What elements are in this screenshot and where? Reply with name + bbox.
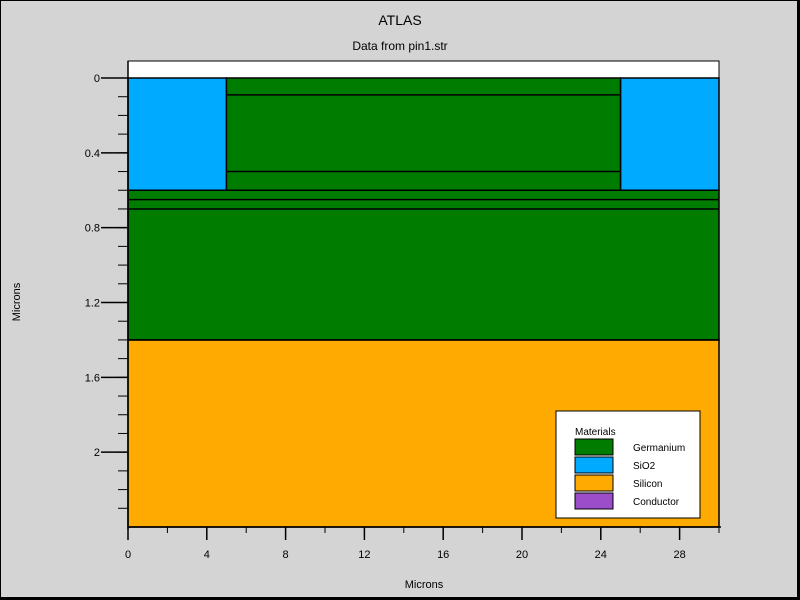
y-tick-label: 2 bbox=[94, 447, 100, 459]
x-tick-label: 8 bbox=[283, 549, 289, 561]
x-tick-label: 4 bbox=[204, 549, 210, 561]
y-axis-label: Microns bbox=[11, 282, 23, 321]
x-tick-label: 28 bbox=[673, 549, 685, 561]
legend-swatch-conductor bbox=[574, 492, 614, 510]
x-tick-label: 12 bbox=[358, 549, 370, 561]
legend-swatch-germanium bbox=[574, 438, 614, 456]
y-tick-label: 1.2 bbox=[85, 298, 100, 310]
region-germanium-1 bbox=[127, 189, 720, 341]
chart-title: ATLAS bbox=[378, 12, 421, 28]
x-tick-label: 0 bbox=[125, 549, 131, 561]
y-tick-label: 0 bbox=[94, 73, 100, 85]
x-tick-label: 20 bbox=[516, 549, 528, 561]
y-tick-label: 0.8 bbox=[85, 223, 100, 235]
region-sio2-3 bbox=[619, 77, 720, 191]
legend: Materials Germanium SiO2 Silicon Conductor bbox=[555, 410, 701, 519]
chart-subtitle: Data from pin1.str bbox=[352, 39, 447, 53]
x-axis-label: Microns bbox=[405, 579, 444, 591]
legend-label-silicon: Silicon bbox=[633, 479, 662, 490]
y-tick-label: 0.4 bbox=[85, 148, 100, 160]
region-sio2-2 bbox=[127, 77, 228, 191]
y-tick-label: 1.6 bbox=[85, 372, 100, 384]
x-tick-label: 24 bbox=[595, 549, 607, 561]
legend-label-germanium: Germanium bbox=[633, 443, 685, 454]
legend-label-conductor: Conductor bbox=[633, 497, 680, 508]
legend-swatch-silicon bbox=[574, 474, 614, 492]
structure-plot: ATLAS Data from pin1.str Microns Microns… bbox=[11, 12, 721, 591]
legend-label-sio2: SiO2 bbox=[633, 461, 656, 472]
legend-swatch-sio2 bbox=[574, 456, 614, 474]
legend-title: Materials bbox=[575, 427, 616, 438]
x-tick-label: 16 bbox=[437, 549, 449, 561]
